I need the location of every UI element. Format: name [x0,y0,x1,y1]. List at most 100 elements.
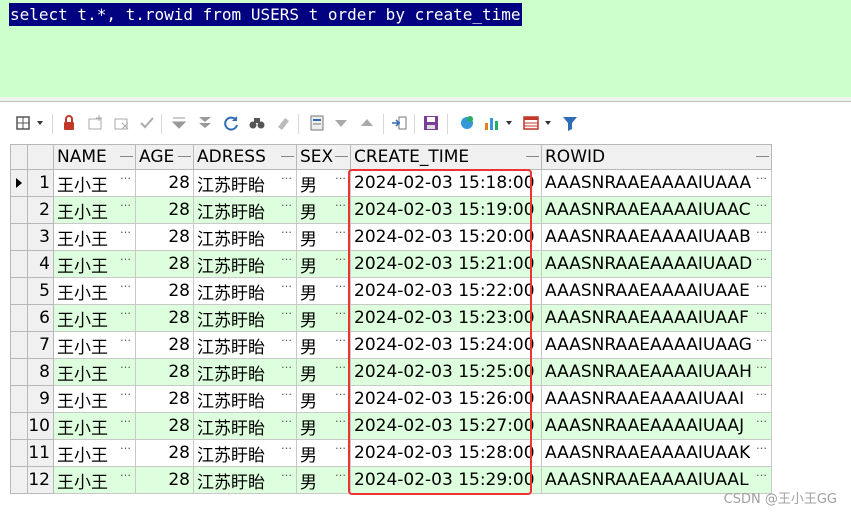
cell-rowid[interactable]: AAASNRAAEAAAAIUAAG… [541,331,772,359]
cell-adress[interactable]: 江苏盱眙… [193,223,297,251]
cell-editor-dots-icon[interactable]: … [756,252,768,263]
cell-create-time[interactable]: 2024-02-03 15:28:00 [350,439,542,467]
cell-editor-dots-icon[interactable]: … [756,279,768,290]
cell-editor-dots-icon[interactable]: … [756,333,768,344]
table-row[interactable]: 9 王小王… 28 江苏盱眙… 男… 2024-02-03 15:26:00 AAASNRA… [10,385,772,413]
row-number[interactable]: 7 [27,331,54,359]
refresh-icon[interactable] [222,114,240,132]
cell-editor-dots-icon[interactable]: … [335,171,347,182]
cell-editor-dots-icon[interactable]: … [756,360,768,371]
cell-age[interactable]: 28 [135,466,194,494]
cell-age[interactable]: 28 [135,439,194,467]
cell-age[interactable]: 28 [135,304,194,332]
cell-rowid[interactable]: AAASNRAAEAAAAIUAAJ… [541,412,772,440]
add-record-icon[interactable] [86,114,104,132]
cell-name[interactable]: 王小王… [53,358,136,386]
cell-age[interactable]: 28 [135,196,194,224]
row-indicator[interactable] [10,277,28,305]
table-row[interactable]: 4 王小王… 28 江苏盱眙… 男… 2024-02-03 15:21:00 AAASNRA… [10,250,772,278]
cell-editor-dots-icon[interactable]: … [281,225,293,236]
cell-adress[interactable]: 江苏盱眙… [193,358,297,386]
find-icon[interactable] [248,114,266,132]
cell-adress[interactable]: 江苏盱眙… [193,466,297,494]
row-indicator[interactable] [10,439,28,467]
cell-age[interactable]: 28 [135,277,194,305]
sql-editor[interactable]: select t.*, t.rowid from USERS t order b… [0,0,851,98]
cell-age[interactable]: 28 [135,250,194,278]
column-header-name[interactable]: NAME [53,144,136,170]
cell-name[interactable]: 王小王… [53,277,136,305]
filter-up-icon[interactable] [358,114,376,132]
cell-editor-dots-icon[interactable]: … [756,441,768,452]
cell-adress[interactable]: 江苏盱眙… [193,277,297,305]
cell-editor-dots-icon[interactable]: … [335,441,347,452]
cell-create-time[interactable]: 2024-02-03 15:24:00 [350,331,542,359]
cell-editor-dots-icon[interactable]: … [335,198,347,209]
cell-sex[interactable]: 男… [296,466,351,494]
post-changes-icon[interactable] [138,114,156,132]
cell-editor-dots-icon[interactable]: … [120,360,132,371]
cell-age[interactable]: 28 [135,331,194,359]
row-number[interactable]: 10 [27,412,54,440]
fetch-next-icon[interactable] [170,114,188,132]
row-indicator[interactable] [10,223,28,251]
cell-sex[interactable]: 男… [296,250,351,278]
cell-age[interactable]: 28 [135,412,194,440]
cell-sex[interactable]: 男… [296,412,351,440]
cell-editor-dots-icon[interactable]: … [120,306,132,317]
clear-icon[interactable] [274,114,292,132]
column-header-adress[interactable]: ADRESS [193,144,297,170]
cell-editor-dots-icon[interactable]: … [120,171,132,182]
cell-sex[interactable]: 男… [296,358,351,386]
cell-rowid[interactable]: AAASNRAAEAAAAIUAAC… [541,196,772,224]
cell-create-time[interactable]: 2024-02-03 15:18:00 [350,169,542,197]
export-icon[interactable] [390,114,408,132]
cell-editor-dots-icon[interactable]: … [281,306,293,317]
cell-rowid[interactable]: AAASNRAAEAAAAIUAAB… [541,223,772,251]
row-indicator[interactable] [10,412,28,440]
sql-text-selected[interactable]: select t.*, t.rowid from USERS t order b… [9,3,522,26]
cell-sex[interactable]: 男… [296,331,351,359]
cell-editor-dots-icon[interactable]: … [120,333,132,344]
table-row[interactable]: 3 王小王… 28 江苏盱眙… 男… 2024-02-03 15:20:00 AAASNRA… [10,223,772,251]
row-indicator[interactable] [10,466,28,494]
cell-editor-dots-icon[interactable]: … [120,414,132,425]
cell-sex[interactable]: 男… [296,169,351,197]
cell-editor-dots-icon[interactable]: … [281,171,293,182]
row-indicator[interactable] [10,196,28,224]
cell-editor-dots-icon[interactable]: … [756,414,768,425]
row-number[interactable]: 3 [27,223,54,251]
cell-adress[interactable]: 江苏盱眙… [193,169,297,197]
row-number[interactable]: 6 [27,304,54,332]
row-number[interactable]: 8 [27,358,54,386]
column-header-create-time[interactable]: CREATE_TIME [350,144,542,170]
cell-age[interactable]: 28 [135,358,194,386]
row-indicator[interactable] [10,304,28,332]
row-number[interactable]: 1 [27,169,54,197]
cell-editor-dots-icon[interactable]: … [120,441,132,452]
column-header-age[interactable]: AGE [135,144,194,170]
cell-name[interactable]: 王小王… [53,304,136,332]
cell-create-time[interactable]: 2024-02-03 15:25:00 [350,358,542,386]
cell-editor-dots-icon[interactable]: … [281,414,293,425]
cell-name[interactable]: 王小王… [53,439,136,467]
cell-editor-dots-icon[interactable]: … [756,387,768,398]
cell-editor-dots-icon[interactable]: … [756,198,768,209]
cell-create-time[interactable]: 2024-02-03 15:23:00 [350,304,542,332]
table-row[interactable]: 10 王小王… 28 江苏盱眙… 男… 2024-02-03 15:27:00 AAASNR… [10,412,772,440]
table-row[interactable]: 11 王小王… 28 江苏盱眙… 男… 2024-02-03 15:28:00 AAASNR… [10,439,772,467]
table-row[interactable]: 8 王小王… 28 江苏盱眙… 男… 2024-02-03 15:25:00 AAASNRA… [10,358,772,386]
cell-editor-dots-icon[interactable]: … [335,387,347,398]
cell-name[interactable]: 王小王… [53,331,136,359]
row-number[interactable]: 12 [27,466,54,494]
cell-name[interactable]: 王小王… [53,223,136,251]
fetch-last-icon[interactable] [196,114,214,132]
cell-rowid[interactable]: AAASNRAAEAAAAIUAAA… [541,169,772,197]
cell-sex[interactable]: 男… [296,439,351,467]
chevron-down-icon[interactable] [37,121,43,125]
cell-editor-dots-icon[interactable]: … [120,252,132,263]
filter-icon[interactable] [561,114,579,132]
cell-age[interactable]: 28 [135,169,194,197]
cell-editor-dots-icon[interactable]: … [756,225,768,236]
cell-editor-dots-icon[interactable]: … [756,306,768,317]
